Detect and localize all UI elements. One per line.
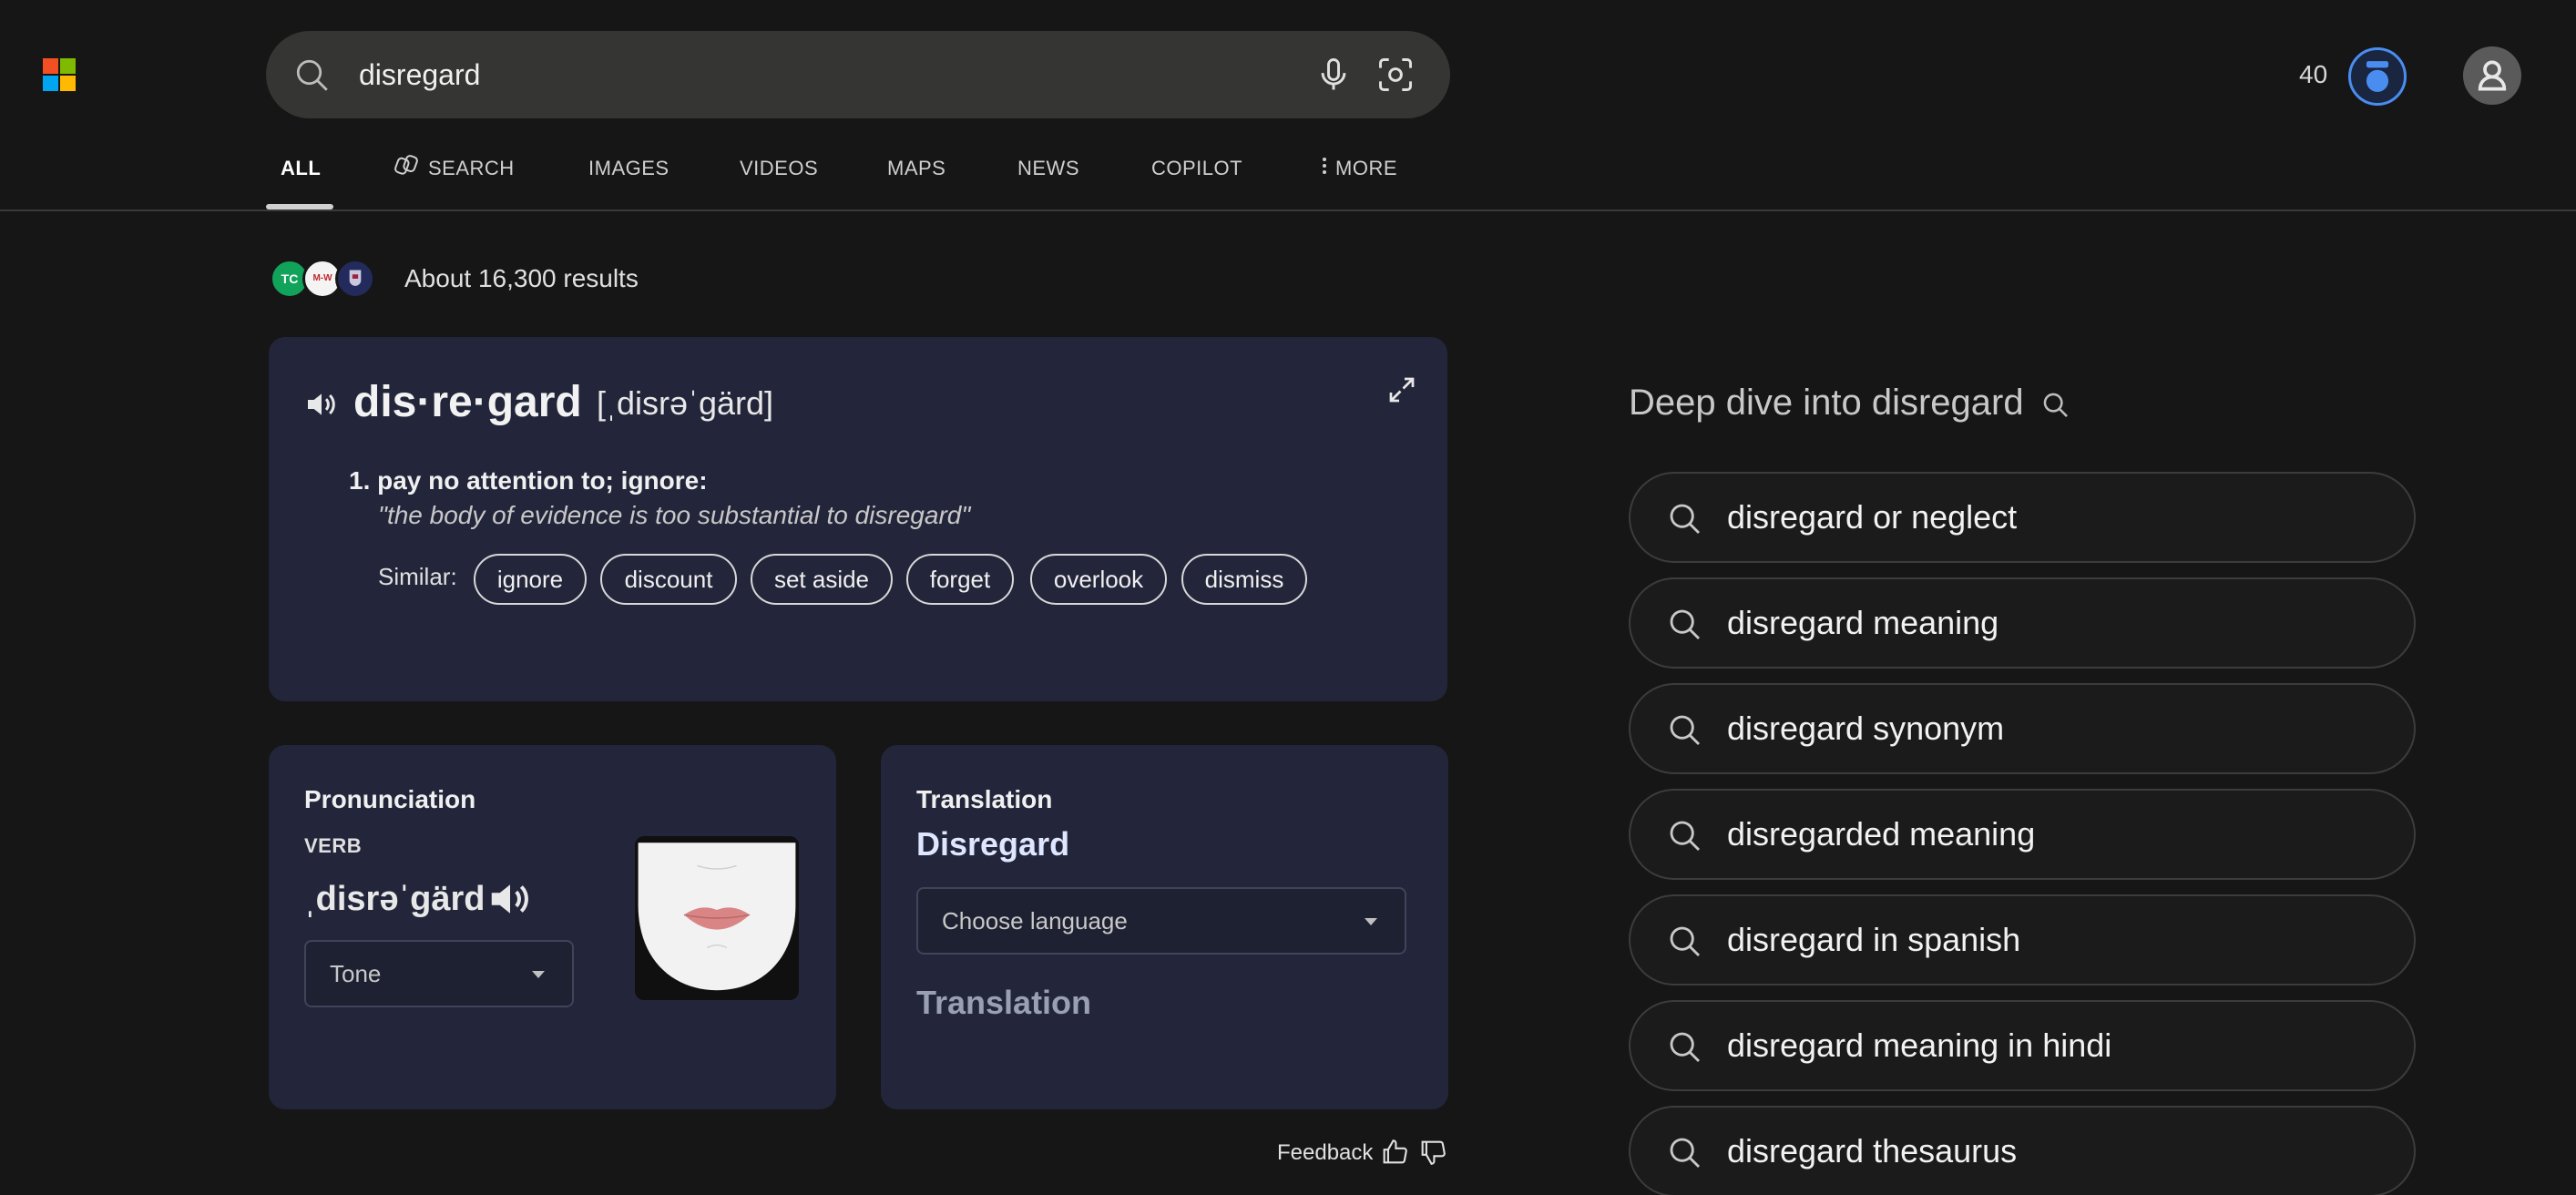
rewards-points[interactable]: 40 [2299, 60, 2327, 89]
user-icon [2478, 60, 2507, 91]
tab-copilot[interactable]: COPILOT [1151, 157, 1242, 180]
search-input[interactable] [359, 31, 1270, 118]
tab-videos[interactable]: VIDEOS [740, 157, 818, 180]
related-search-item[interactable]: disregard synonym [1629, 683, 2416, 774]
similar-label: Similar: [378, 563, 457, 590]
definition-sense: 1. pay no attention to; ignore: [349, 466, 708, 495]
pronunciation-text: ˌdisrəˈɡärd [304, 880, 486, 918]
related-search-item[interactable]: disregard thesaurus [1629, 1106, 2416, 1195]
search-icon[interactable] [293, 56, 332, 95]
related-search-item[interactable]: disregard meaning [1629, 577, 2416, 669]
word-title: dis·re·gard [353, 378, 582, 426]
deep-dive-title: Deep dive into disregard [1629, 383, 2024, 423]
definition-card: dis·re·gard [ˌdisrəˈɡärd] 1. pay no atte… [269, 337, 1447, 701]
similar-chip[interactable]: set aside [751, 554, 893, 605]
related-search-label: disregard meaning in hindi [1727, 1026, 2112, 1064]
related-search-label: disregarded meaning [1727, 815, 2036, 853]
word-phonetic: [ˌdisrəˈɡärd] [597, 384, 774, 422]
similar-chip[interactable]: discount [600, 554, 737, 605]
related-search-item[interactable]: disregard in spanish [1629, 894, 2416, 986]
header: 40 [0, 0, 2576, 211]
thumbs-up-icon[interactable] [1379, 1137, 1410, 1168]
pronunciation-card: Pronunciation VERB ˌdisrəˈɡärd Tone [269, 745, 836, 1109]
chevron-down-icon [1365, 918, 1377, 925]
search-icon [1670, 1138, 1701, 1169]
translation-output: Translation [916, 984, 1092, 1021]
tab-news[interactable]: NEWS [1017, 157, 1079, 180]
pronunciation-speaker-icon[interactable] [486, 874, 535, 924]
related-search-label: disregard synonym [1727, 710, 2005, 747]
chevron-down-icon [532, 971, 545, 978]
tab-search[interactable]: SEARCH [392, 155, 515, 180]
speaker-icon[interactable] [303, 386, 340, 423]
search-icon [1670, 504, 1701, 535]
similar-chip[interactable]: ignore [474, 554, 587, 605]
search-icon [1670, 926, 1701, 957]
related-search-item[interactable]: disregarded meaning [1629, 789, 2416, 880]
mouth-animation [635, 836, 799, 1000]
tab-more-label: MORE [1335, 157, 1397, 179]
tone-select[interactable]: Tone [304, 940, 574, 1007]
language-select[interactable]: Choose language [916, 887, 1406, 955]
search-icon[interactable] [2040, 390, 2071, 421]
rewards-icon[interactable] [2348, 47, 2407, 106]
source-icon-oxford[interactable] [335, 259, 375, 299]
related-search-label: disregard in spanish [1727, 921, 2021, 958]
thumbs-down-icon[interactable] [1417, 1137, 1448, 1168]
microsoft-logo-icon[interactable] [43, 58, 76, 91]
related-search-item[interactable]: disregard or neglect [1629, 472, 2416, 563]
translation-card: Translation Disregard Choose language Tr… [881, 745, 1448, 1109]
search-icon [1670, 821, 1701, 852]
oxford-crest-icon [349, 270, 362, 286]
related-search-item[interactable]: disregard meaning in hindi [1629, 1000, 2416, 1091]
similar-chip[interactable]: overlook [1030, 554, 1167, 605]
tab-all[interactable]: ALL [281, 157, 321, 180]
search-icon [1670, 609, 1701, 640]
pronunciation-title: Pronunciation [304, 785, 476, 813]
search-icon [1670, 715, 1701, 746]
search-icon [1670, 1032, 1701, 1063]
account-avatar[interactable] [2463, 46, 2521, 105]
tab-search-label: SEARCH [428, 157, 515, 179]
related-search-label: disregard meaning [1727, 604, 1999, 641]
related-search-label: disregard thesaurus [1727, 1132, 2018, 1169]
part-of-speech: VERB [304, 834, 363, 857]
translation-title: Translation [916, 785, 1053, 813]
tone-select-value: Tone [330, 960, 382, 987]
feedback-link[interactable]: Feedback [1277, 1140, 1373, 1166]
similar-chip[interactable]: dismiss [1181, 554, 1307, 605]
similar-chip[interactable]: forget [906, 554, 1014, 605]
more-vertical-icon [1323, 158, 1326, 174]
search-box [266, 31, 1450, 118]
definition-example: "the body of evidence is too substantial… [378, 501, 971, 529]
tab-more[interactable]: MORE [1319, 157, 1397, 180]
active-tab-indicator [266, 204, 333, 209]
microphone-icon[interactable] [1314, 55, 1354, 95]
copilot-search-icon [394, 155, 418, 175]
translation-source-word: Disregard [916, 825, 1070, 863]
expand-icon[interactable] [1385, 373, 1418, 406]
tab-images[interactable]: IMAGES [588, 157, 670, 180]
results-count: About 16,300 results [404, 264, 639, 292]
related-search-label: disregard or neglect [1727, 498, 2018, 536]
tab-maps[interactable]: MAPS [887, 157, 946, 180]
language-select-value: Choose language [942, 907, 1128, 935]
visual-search-icon[interactable] [1375, 55, 1416, 95]
